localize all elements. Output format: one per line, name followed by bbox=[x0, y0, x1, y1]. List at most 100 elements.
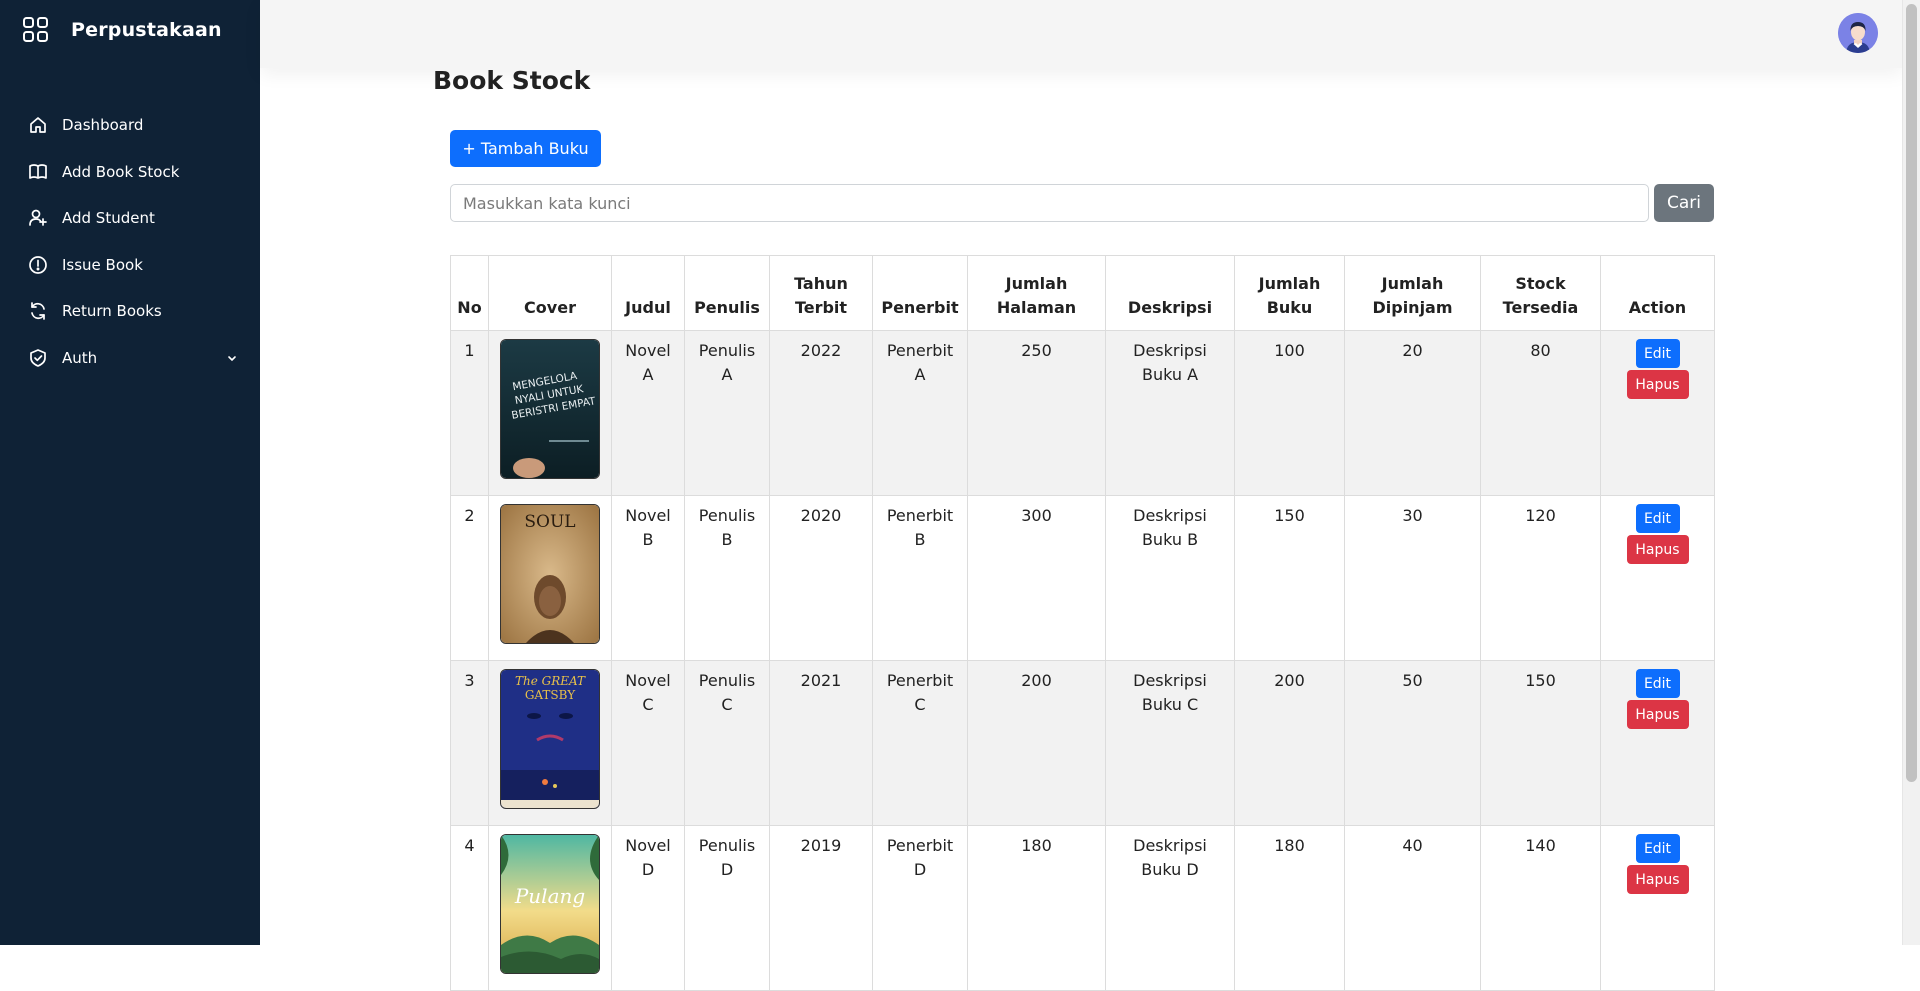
sidebar-nav: Dashboard Add Book Stock Add Student Iss… bbox=[0, 102, 260, 381]
column-header: Tahun Terbit bbox=[769, 255, 873, 331]
cell-no: 3 bbox=[450, 660, 489, 826]
cell-penerbit: Penerbit B bbox=[872, 495, 968, 661]
cell-deskripsi: Deskripsi Buku A bbox=[1105, 330, 1235, 496]
cell-halaman: 180 bbox=[967, 825, 1106, 991]
table-row: 4 Pulang Novel D Penulis D 2019 Penerbit… bbox=[450, 825, 1715, 991]
cell-no: 4 bbox=[450, 825, 489, 991]
cell-penerbit: Penerbit D bbox=[872, 825, 968, 991]
refresh-icon bbox=[27, 300, 49, 322]
cell-penulis: Penulis D bbox=[684, 825, 770, 991]
topbar bbox=[260, 0, 1903, 68]
cell-tersedia: 80 bbox=[1480, 330, 1601, 496]
cell-dipinjam: 30 bbox=[1344, 495, 1481, 661]
delete-button[interactable]: Hapus bbox=[1626, 865, 1689, 894]
sidebar-item-label: Auth bbox=[62, 348, 98, 367]
cell-judul: Novel C bbox=[611, 660, 685, 826]
grid-icon bbox=[22, 16, 50, 44]
user-plus-icon bbox=[27, 207, 49, 229]
page-title: Book Stock bbox=[433, 66, 591, 95]
cell-tahun: 2020 bbox=[769, 495, 873, 661]
cover-title: Pulang bbox=[514, 884, 585, 908]
table-row: 1 MENGELOLA NYALI UNTUK BERISTRI EMPAT N… bbox=[450, 330, 1715, 496]
book-cover-image: MENGELOLA NYALI UNTUK BERISTRI EMPAT bbox=[500, 339, 600, 479]
edit-button[interactable]: Edit bbox=[1635, 339, 1680, 368]
edit-button[interactable]: Edit bbox=[1635, 669, 1680, 698]
cell-halaman: 200 bbox=[967, 660, 1106, 826]
cover-title-line: GATSBY bbox=[525, 688, 576, 702]
cell-tersedia: 150 bbox=[1480, 660, 1601, 826]
column-header: Penulis bbox=[684, 255, 770, 331]
cover-title-line: The GREAT bbox=[515, 674, 586, 688]
cell-jumlah: 150 bbox=[1234, 495, 1345, 661]
cell-action: Edit Hapus bbox=[1600, 330, 1715, 496]
cell-no: 1 bbox=[450, 330, 489, 496]
edit-button[interactable]: Edit bbox=[1635, 834, 1680, 863]
brand[interactable]: Perpustakaan bbox=[22, 14, 222, 46]
sidebar-item-label: Add Book Stock bbox=[62, 162, 180, 181]
sidebar-item-add-book-stock[interactable]: Add Book Stock bbox=[0, 149, 260, 196]
search-button[interactable]: Cari bbox=[1654, 184, 1714, 222]
cell-penulis: Penulis C bbox=[684, 660, 770, 826]
sidebar-item-label: Add Student bbox=[62, 209, 155, 228]
search-input[interactable] bbox=[450, 184, 1649, 222]
cell-penulis: Penulis A bbox=[684, 330, 770, 496]
delete-button[interactable]: Hapus bbox=[1626, 370, 1689, 399]
alert-circle-icon bbox=[27, 254, 49, 276]
cover-title: SOUL bbox=[524, 512, 575, 532]
cell-no: 2 bbox=[450, 495, 489, 661]
delete-button[interactable]: Hapus bbox=[1626, 535, 1689, 564]
chevron-down-icon[interactable] bbox=[226, 352, 238, 364]
book-cover-image: SOUL bbox=[500, 504, 600, 644]
column-header: Jumlah Halaman bbox=[967, 255, 1106, 331]
sidebar-item-return-books[interactable]: Return Books bbox=[0, 288, 260, 335]
cell-cover: MENGELOLA NYALI UNTUK BERISTRI EMPAT bbox=[488, 330, 612, 496]
add-book-button[interactable]: + Tambah Buku bbox=[450, 130, 601, 167]
user-avatar[interactable] bbox=[1838, 13, 1878, 53]
brand-title: Perpustakaan bbox=[71, 19, 222, 41]
cell-action: Edit Hapus bbox=[1600, 660, 1715, 826]
cell-jumlah: 100 bbox=[1234, 330, 1345, 496]
column-header: Cover bbox=[488, 255, 612, 331]
column-header: Deskripsi bbox=[1105, 255, 1235, 331]
sidebar-item-add-student[interactable]: Add Student bbox=[0, 195, 260, 242]
cell-halaman: 300 bbox=[967, 495, 1106, 661]
delete-button[interactable]: Hapus bbox=[1626, 700, 1689, 729]
cell-tahun: 2019 bbox=[769, 825, 873, 991]
cell-jumlah: 200 bbox=[1234, 660, 1345, 826]
sidebar-item-label: Issue Book bbox=[62, 255, 143, 274]
sidebar: Perpustakaan Dashboard Add Book Stock Ad… bbox=[0, 0, 260, 945]
cell-halaman: 250 bbox=[967, 330, 1106, 496]
column-header: Action bbox=[1600, 255, 1715, 331]
cell-cover: The GREAT GATSBY bbox=[488, 660, 612, 826]
cell-judul: Novel A bbox=[611, 330, 685, 496]
scrollbar[interactable] bbox=[1902, 0, 1920, 945]
scrollbar-thumb[interactable] bbox=[1906, 4, 1917, 782]
cell-deskripsi: Deskripsi Buku C bbox=[1105, 660, 1235, 826]
table-header-row: No Cover Judul Penulis Tahun Terbit Pene… bbox=[450, 255, 1715, 331]
book-cover-image: The GREAT GATSBY bbox=[500, 669, 600, 809]
cell-penerbit: Penerbit C bbox=[872, 660, 968, 826]
cell-judul: Novel B bbox=[611, 495, 685, 661]
sidebar-item-auth[interactable]: Auth bbox=[0, 335, 260, 382]
sidebar-item-issue-book[interactable]: Issue Book bbox=[0, 242, 260, 289]
cell-dipinjam: 40 bbox=[1344, 825, 1481, 991]
cell-tahun: 2022 bbox=[769, 330, 873, 496]
book-cover-image: Pulang bbox=[500, 834, 600, 974]
books-table: No Cover Judul Penulis Tahun Terbit Pene… bbox=[450, 255, 1715, 991]
sidebar-item-dashboard[interactable]: Dashboard bbox=[0, 102, 260, 149]
cell-dipinjam: 50 bbox=[1344, 660, 1481, 826]
column-header: No bbox=[450, 255, 489, 331]
cell-penulis: Penulis B bbox=[684, 495, 770, 661]
column-header: Jumlah Dipinjam bbox=[1344, 255, 1481, 331]
column-header: Penerbit bbox=[872, 255, 968, 331]
cell-action: Edit Hapus bbox=[1600, 825, 1715, 991]
edit-button[interactable]: Edit bbox=[1635, 504, 1680, 533]
column-header: Jumlah Buku bbox=[1234, 255, 1345, 331]
book-icon bbox=[27, 161, 49, 183]
cell-deskripsi: Deskripsi Buku B bbox=[1105, 495, 1235, 661]
sidebar-item-label: Dashboard bbox=[62, 116, 144, 135]
cell-tersedia: 120 bbox=[1480, 495, 1601, 661]
cell-cover: Pulang bbox=[488, 825, 612, 991]
cell-cover: SOUL bbox=[488, 495, 612, 661]
cell-jumlah: 180 bbox=[1234, 825, 1345, 991]
